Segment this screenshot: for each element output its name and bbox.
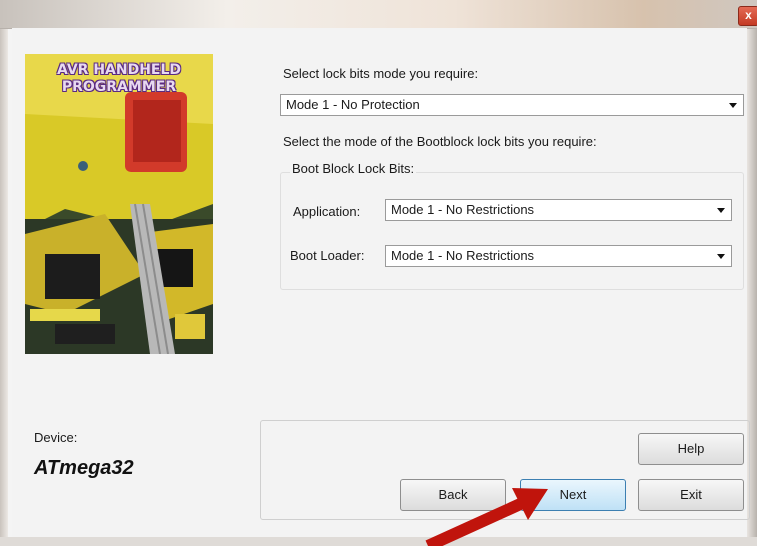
annotation-arrow — [425, 488, 548, 546]
annotation-arrow-shaft — [425, 495, 530, 546]
